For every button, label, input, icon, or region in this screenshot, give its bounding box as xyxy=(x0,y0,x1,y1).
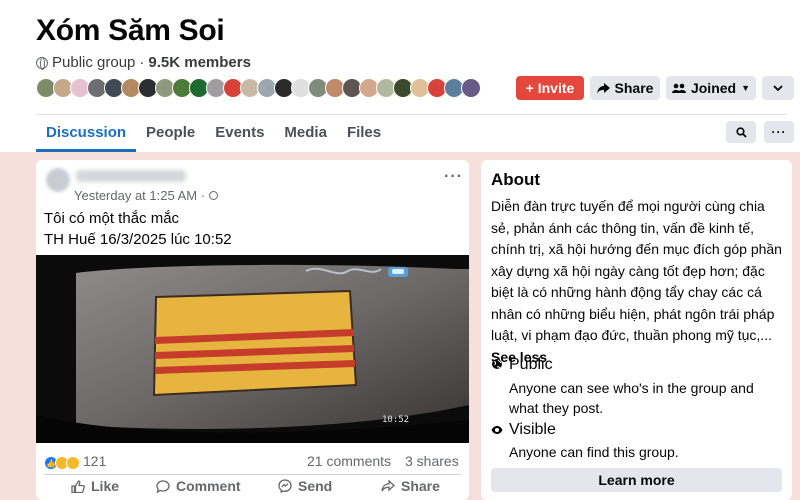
search-icon xyxy=(735,126,747,138)
comment-button[interactable]: Comment xyxy=(156,478,241,494)
tabs-divider xyxy=(36,114,786,115)
share-arrow-icon xyxy=(596,82,610,94)
search-button[interactable] xyxy=(726,121,756,143)
share-arrow-icon xyxy=(381,480,395,492)
chevron-down-icon xyxy=(773,85,783,91)
group-title: Xóm Săm Soi xyxy=(36,14,225,47)
globe-icon xyxy=(36,56,48,70)
thumb-up-icon xyxy=(71,479,85,493)
share-post-label: Share xyxy=(401,478,440,494)
post-author-name-blurred[interactable] xyxy=(76,170,186,182)
group-privacy[interactable]: Public group xyxy=(52,54,135,71)
tab-files[interactable]: Files xyxy=(337,116,391,152)
tab-events[interactable]: Events xyxy=(205,116,274,152)
avatar[interactable] xyxy=(461,78,481,98)
like-label: Like xyxy=(91,478,120,494)
joined-label: Joined xyxy=(690,80,737,96)
post-timestamp-text: Yesterday at 1:25 AM · xyxy=(74,188,206,203)
ellipsis-icon: ··· xyxy=(771,125,787,139)
post-author-avatar[interactable] xyxy=(46,168,70,192)
privacy-title: Public xyxy=(509,356,553,373)
about-description-text: Diễn đàn trực tuyến để mọi người cùng ch… xyxy=(491,198,782,343)
member-avatars[interactable] xyxy=(36,78,481,98)
post-text-line1: Tôi có một thắc mắc xyxy=(44,210,180,227)
visibility-subtitle: Anyone can find this group. xyxy=(509,444,679,460)
comment-label: Comment xyxy=(176,478,241,494)
share-group-button[interactable]: Share xyxy=(590,76,660,100)
globe-icon xyxy=(492,359,502,369)
caret-down-icon: ▼ xyxy=(741,83,751,93)
reaction-icons[interactable]: 👍 xyxy=(44,456,80,470)
share-post-button[interactable]: Share xyxy=(381,478,440,494)
comment-count[interactable]: 21 comments xyxy=(307,453,391,469)
reaction-count[interactable]: 121 xyxy=(83,453,106,469)
about-description: Diễn đàn trực tuyến để mọi người cùng ch… xyxy=(491,196,786,368)
broadcaster-logo-icon xyxy=(388,267,408,277)
group-meta: Public group · 9.5K members xyxy=(36,54,251,71)
more-options-button[interactable] xyxy=(762,76,794,100)
about-title: About xyxy=(491,170,541,189)
tab-discussion[interactable]: Discussion xyxy=(36,116,137,152)
group-members-icon xyxy=(671,83,686,93)
invite-button-label: + Invite xyxy=(525,80,575,96)
share-group-label: Share xyxy=(614,80,654,96)
messenger-icon xyxy=(278,479,292,493)
group-header: Xóm Săm Soi Public group · 9.5K members xyxy=(0,0,800,152)
post-actions-divider xyxy=(44,474,461,475)
invite-button[interactable]: + Invite xyxy=(516,76,584,100)
tab-people[interactable]: People xyxy=(136,116,205,152)
send-label: Send xyxy=(298,478,333,494)
like-button[interactable]: Like xyxy=(71,478,119,494)
joined-button[interactable]: Joined ▼ xyxy=(666,76,756,100)
eye-icon xyxy=(491,426,503,434)
share-count[interactable]: 3 shares xyxy=(405,453,459,469)
meta-separator: · xyxy=(139,54,145,71)
send-button[interactable]: Send xyxy=(278,478,332,494)
post-video[interactable]: 10:52 xyxy=(36,255,469,443)
visibility-title: Visible xyxy=(509,421,556,438)
privacy-subtitle: Anyone can see who's in the group and wh… xyxy=(509,380,754,416)
post-text-line2: TH Huế 16/3/2025 lúc 10:52 xyxy=(44,231,232,248)
post-options-icon[interactable]: ··· xyxy=(444,168,463,186)
member-count[interactable]: 9.5K members xyxy=(148,54,251,71)
post-timestamp[interactable]: Yesterday at 1:25 AM · xyxy=(74,188,219,203)
wow-icon xyxy=(66,456,80,470)
comment-bubble-icon xyxy=(156,479,170,493)
tab-media[interactable]: Media xyxy=(274,116,337,152)
learn-more-button[interactable]: Learn more xyxy=(491,468,782,492)
globe-icon xyxy=(209,191,219,200)
group-tabs: Discussion People Events Media Files xyxy=(36,116,391,152)
tabs-more-button[interactable]: ··· xyxy=(764,121,794,143)
about-card: About Diễn đàn trực tuyến để mọi người c… xyxy=(481,160,792,500)
post-card: Yesterday at 1:25 AM · ··· Tôi có một th… xyxy=(36,160,469,500)
video-timestamp: 10:52 xyxy=(382,415,410,425)
learn-more-label: Learn more xyxy=(598,472,675,488)
